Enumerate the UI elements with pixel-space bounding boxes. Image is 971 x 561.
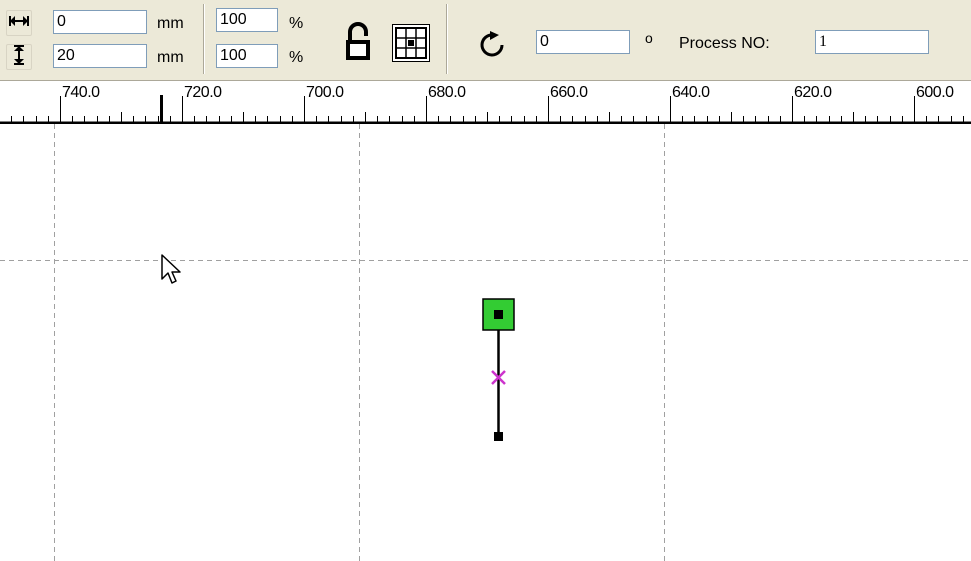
vertical-arrow-icon xyxy=(12,44,26,70)
grid-icon xyxy=(393,27,429,65)
horizontal-ruler[interactable]: 740.0 720.0 700.0 680.0 660.0 640.0 620.0 600.0 xyxy=(0,80,971,125)
ruler-label: 680.0 xyxy=(428,84,466,101)
end-node-point xyxy=(494,432,503,441)
scale-x-unit-label: % xyxy=(289,15,304,32)
height-toggle-button[interactable] xyxy=(6,44,32,70)
ruler-label: 640.0 xyxy=(672,84,710,101)
width-toggle-button[interactable] xyxy=(6,10,32,36)
ruler-label: 600.0 xyxy=(916,84,954,101)
scale-y-unit-label: % xyxy=(289,49,304,66)
padlock-open-icon xyxy=(340,22,376,68)
start-node-point xyxy=(494,310,503,319)
selected-line-object[interactable] xyxy=(482,298,515,441)
toolbar-separator xyxy=(446,4,448,74)
toolbar-separator xyxy=(203,4,205,74)
guide-grid xyxy=(0,124,971,561)
height-unit-label: mm xyxy=(157,49,184,66)
rotate-button[interactable] xyxy=(476,30,510,60)
drawing-canvas[interactable] xyxy=(0,124,971,561)
property-toolbar: 0 mm 20 mm 100 % 100 % 0 o Process NO: 1 xyxy=(0,0,971,80)
grid-align-button[interactable] xyxy=(392,24,430,62)
rotate-clockwise-icon xyxy=(476,31,510,64)
ruler-label: 700.0 xyxy=(306,84,344,101)
horizontal-arrow-icon xyxy=(9,14,29,33)
height-input[interactable]: 20 xyxy=(53,44,147,68)
ruler-label: 720.0 xyxy=(184,84,222,101)
scale-y-input[interactable]: 100 xyxy=(216,44,278,68)
degree-label: o xyxy=(645,30,653,46)
ruler-label: 620.0 xyxy=(794,84,832,101)
proportion-lock-button[interactable] xyxy=(340,20,376,64)
width-unit-label: mm xyxy=(157,15,184,32)
mouse-pointer-icon xyxy=(161,254,181,284)
ruler-label: 660.0 xyxy=(550,84,588,101)
width-input[interactable]: 0 xyxy=(53,10,147,34)
canvas-graphic xyxy=(0,124,971,561)
process-number-label: Process NO: xyxy=(679,35,770,52)
ruler-label: 740.0 xyxy=(62,84,100,101)
rotation-angle-input[interactable]: 0 xyxy=(536,30,630,54)
process-number-input[interactable]: 1 xyxy=(815,30,929,54)
scale-x-input[interactable]: 100 xyxy=(216,8,278,32)
